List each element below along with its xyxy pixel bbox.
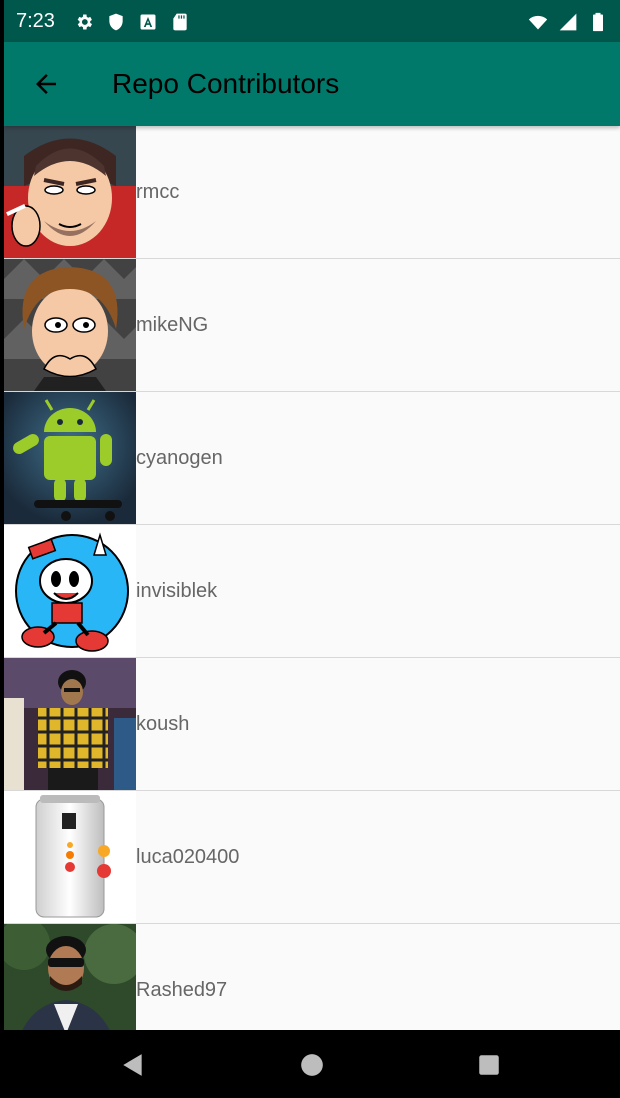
contributor-row[interactable]: invisiblek [4,525,620,658]
contributor-row[interactable]: luca020400 [4,791,620,924]
avatar [4,658,136,790]
contributor-row[interactable]: koush [4,658,620,791]
nav-back-button[interactable] [118,1050,148,1080]
contributor-list[interactable]: rmcc mikeNG cyanogen invisiblek koush lu… [4,126,620,1030]
avatar [4,126,136,258]
avatar [4,924,136,1030]
back-button[interactable] [28,66,64,102]
avatar [4,525,136,657]
contributor-username: cyanogen [136,447,223,469]
photo-person-plaid-shirt-avatar [4,658,136,790]
triangle-back-icon [123,1054,142,1076]
battery-icon [593,12,603,32]
android-robot-avatar [4,392,136,524]
ubuntu-cola-can-avatar [4,791,136,923]
contributor-username: rmcc [136,181,180,203]
arrow-back-icon [36,74,56,94]
contributor-username: invisiblek [136,580,218,602]
status-icons-left [74,12,190,32]
cell-signal-icon [559,13,577,31]
gear-icon [77,14,92,30]
font-a-icon [140,14,156,30]
contributor-row[interactable]: mikeNG [4,259,620,392]
avatar [4,392,136,524]
page-title: Repo Contributors [112,68,340,99]
contributor-row[interactable]: rmcc [4,126,620,259]
contributor-username: Rashed97 [136,979,228,1001]
nav-home-button[interactable] [297,1050,327,1080]
contributor-row[interactable]: cyanogen [4,392,620,525]
screen: 7:23 Repo Contributors rmcc mikeNG cyano… [4,0,620,1098]
circle-home-icon [301,1054,323,1076]
wifi-icon [528,15,548,30]
avatar [4,791,136,923]
status-icons-right [528,12,608,32]
navigation-bar [0,1030,620,1098]
nav-recents-button[interactable] [474,1050,504,1080]
sd-card-icon [173,13,187,31]
app-bar: Repo Contributors [4,42,620,126]
status-bar: 7:23 [4,0,620,42]
photo-man-sunglasses-avatar [4,924,136,1030]
contributor-username: koush [136,713,190,735]
contributor-username: mikeNG [136,314,209,336]
avatar [4,259,136,391]
cartoon-man-brown-hair-avatar [4,259,136,391]
contributor-username: luca020400 [136,846,240,868]
contributor-row[interactable]: Rashed97 [4,924,620,1030]
cartoon-man-smoking-avatar [4,126,136,258]
status-time: 7:23 [16,10,55,32]
shield-icon [109,13,123,31]
cuphead-cartoon-avatar [4,525,136,657]
square-recents-icon [479,1055,499,1075]
